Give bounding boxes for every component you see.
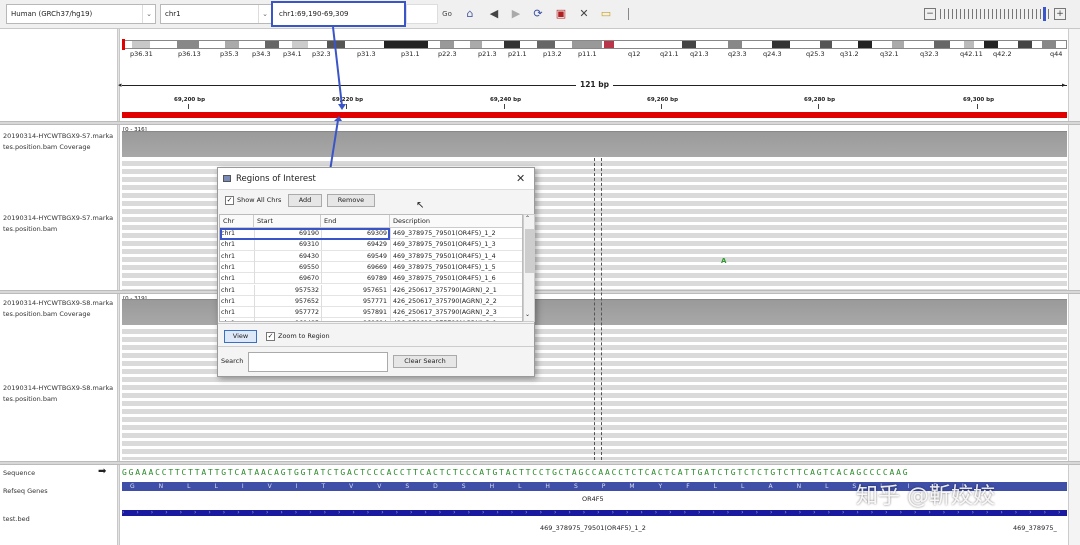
cell-start: 69430 [254, 250, 321, 262]
scroll-up-icon[interactable]: ⌃ [525, 215, 530, 222]
cell-description: 426_250618_375790(AGRN)_3_1 [390, 318, 522, 321]
cell-end: 69669 [321, 261, 389, 273]
cell-description: 469_378975_79501(OR4F5)_1_4 [390, 250, 522, 262]
scroll-down-icon[interactable]: ⌄ [525, 311, 530, 318]
cell-description: 426_250617_375790(AGRN)_2_2 [390, 295, 522, 307]
search-input[interactable] [248, 352, 388, 372]
cell-start: 960485 [254, 318, 321, 321]
col-header-description[interactable]: Description [390, 215, 522, 228]
cell-description: 469_378975_79501(OR4F5)_1_3 [390, 239, 522, 251]
scroll-thumb[interactable] [525, 229, 534, 273]
search-label: Search [221, 357, 244, 365]
zoom-to-region-label: Zoom to Region [278, 332, 330, 340]
cell-chr: chr1 [221, 263, 236, 271]
show-all-chrs-checkbox[interactable]: ✓ [225, 196, 234, 205]
regions-of-interest-dialog: Regions of Interest ✕ ✓ Show All Chrs Ad… [217, 167, 535, 377]
cell-description: 426_250617_375790(AGRN)_2_3 [390, 307, 522, 319]
table-row[interactable]: chr1 69670 69789 469_378975_79501(OR4F5)_1_… [220, 273, 522, 285]
cell-description: 426_250617_375790(AGRN)_2_1 [390, 284, 522, 296]
cell-chr: chr1 [221, 275, 236, 283]
cell-end: 957891 [321, 307, 389, 319]
cell-start: 69550 [254, 261, 321, 273]
cell-end: 960604 [321, 318, 389, 321]
cell-end: 957651 [321, 284, 389, 296]
table-row[interactable]: chr1 69430 69549 469_378975_79501(OR4F5)_1_… [220, 250, 522, 262]
cell-description: 469_378975_79501(OR4F5)_1_2 [390, 228, 522, 239]
cell-start: 957532 [254, 284, 321, 296]
dialog-title-bar[interactable]: Regions of Interest ✕ [218, 168, 534, 190]
cell-chr: chr1 [221, 241, 236, 249]
cell-description: 469_378975_79501(OR4F5)_1_6 [390, 273, 522, 285]
cell-chr: chr1 [221, 318, 253, 321]
table-row[interactable]: chr1 957652 957771 426_250617_375790(AGRN)_… [220, 295, 522, 308]
col-header-chr[interactable]: Chr [220, 215, 254, 228]
cell-start: 69310 [254, 239, 321, 251]
remove-button[interactable]: Remove [327, 194, 375, 207]
zoom-to-region-checkbox[interactable]: ✓ [266, 332, 275, 341]
cell-chr: chr1 [221, 297, 236, 305]
igv-window: Human (GRCh37/hg19) ⌄ chr1 ⌄ chr1:69,190-6… [0, 0, 1080, 545]
view-button[interactable]: View [224, 330, 257, 343]
dialog-divider [218, 346, 534, 347]
close-icon[interactable]: ✕ [516, 168, 525, 190]
cell-end: 69789 [321, 273, 389, 285]
cell-end: 69549 [321, 250, 389, 262]
cell-start: 69670 [254, 273, 321, 285]
cell-chr: chr1 [221, 309, 236, 317]
table-row[interactable]: chr1 69550 69669 469_378975_79501(OR4F5)_1_… [220, 261, 522, 274]
table-row[interactable]: chr1 957532 957651 426_250617_375790(AGRN)_… [220, 284, 522, 296]
cell-end: 957771 [321, 295, 389, 307]
table-row[interactable]: chr1 957772 957891 426_250617_375790(AGRN)_… [220, 307, 522, 319]
dialog-title: Regions of Interest [236, 174, 316, 184]
table-scrollbar[interactable]: ⌃ ⌄ [523, 214, 535, 322]
dialog-divider [218, 323, 534, 324]
regions-table[interactable]: Chr Start End Description chr1 69190 69309… [219, 214, 523, 322]
cell-end: 69429 [321, 239, 389, 251]
row-highlight [220, 228, 390, 240]
clear-search-button[interactable]: Clear Search [393, 355, 457, 368]
table-row[interactable]: chr1 69310 69429 469_378975_79501(OR4F5)_1_… [220, 239, 522, 251]
cell-description: 469_378975_79501(OR4F5)_1_5 [390, 261, 522, 273]
show-all-chrs-label: Show All Chrs [237, 196, 282, 204]
col-header-start[interactable]: Start [254, 215, 321, 228]
table-row[interactable]: chr1960485960604426_250618_375790(AGRN)_… [220, 318, 522, 321]
cell-chr: chr1 [221, 252, 236, 260]
cell-start: 957652 [254, 295, 321, 307]
mouse-cursor-icon: ↖ [416, 200, 425, 211]
annotation-arrow [320, 26, 346, 229]
add-button[interactable]: Add [288, 194, 322, 207]
app-icon [223, 175, 231, 182]
cell-start: 957772 [254, 307, 321, 319]
col-header-end[interactable]: End [321, 215, 390, 228]
cell-chr: chr1 [221, 286, 236, 294]
